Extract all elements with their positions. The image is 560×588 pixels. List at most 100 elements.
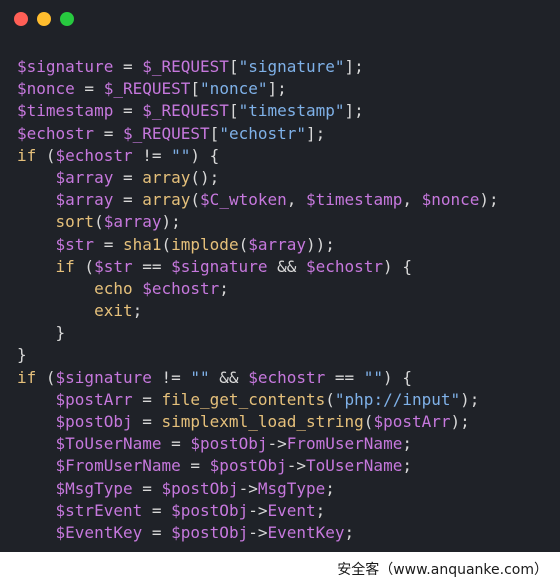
code-window: $signature = $_REQUEST["signature"]; $non… bbox=[0, 0, 560, 552]
code-token: = bbox=[142, 522, 172, 542]
code-token: $postObj bbox=[55, 412, 133, 431]
code-token: echo bbox=[94, 278, 133, 298]
code-token: $echostr bbox=[305, 256, 384, 276]
code-token: [ bbox=[228, 57, 239, 76]
code-token: $_REQUEST bbox=[142, 57, 229, 76]
code-line: if ($signature != "" && $echostr == "") … bbox=[17, 367, 560, 389]
code-token: != bbox=[132, 145, 172, 165]
code-token: ]; bbox=[344, 101, 364, 121]
code-token: = bbox=[113, 190, 143, 210]
code-token: [ bbox=[190, 79, 201, 99]
code-line: } bbox=[17, 322, 560, 344]
code-token: = bbox=[113, 57, 143, 76]
code-token: ( bbox=[36, 367, 56, 387]
code-token: simplexml_load_string bbox=[161, 412, 364, 431]
code-token: $_REQUEST bbox=[122, 123, 210, 143]
code-token: "" bbox=[363, 367, 384, 387]
code-line: $MsgType = $postObj->MsgType; bbox=[17, 478, 560, 500]
code-token: ; bbox=[325, 478, 335, 498]
code-token: [ bbox=[209, 123, 220, 143]
code-line: sort($array); bbox=[17, 211, 560, 233]
code-token: $nonce bbox=[17, 79, 75, 99]
code-token: } bbox=[17, 345, 27, 365]
code-token: $postObj bbox=[171, 522, 249, 542]
code-token: , bbox=[402, 190, 422, 210]
code-token: "signature" bbox=[238, 57, 345, 76]
code-token: -> bbox=[238, 478, 258, 498]
code-token: sort bbox=[55, 212, 95, 232]
code-token: $_REQUEST bbox=[142, 101, 229, 121]
code-token: $timestamp bbox=[306, 190, 403, 210]
code-block: $signature = $_REQUEST["signature"]; $non… bbox=[17, 56, 560, 544]
code-token: = bbox=[132, 389, 162, 409]
code-token: if bbox=[55, 256, 75, 276]
code-token: ]; bbox=[306, 123, 326, 143]
code-token: FromUserName bbox=[286, 434, 403, 454]
code-token: $echostr bbox=[55, 145, 133, 165]
code-token: != bbox=[151, 367, 191, 387]
code-token: $signature bbox=[55, 367, 152, 387]
code-token: ( bbox=[325, 389, 335, 409]
code-token: = bbox=[113, 101, 143, 121]
code-token: $C_wtoken bbox=[200, 190, 287, 210]
minimize-dot-icon[interactable] bbox=[37, 12, 51, 26]
code-token: exit bbox=[94, 301, 133, 321]
code-token: $postArr bbox=[55, 389, 133, 409]
code-token: $postObj bbox=[161, 478, 239, 498]
code-token: ); bbox=[479, 190, 499, 210]
code-token: == bbox=[325, 367, 364, 387]
code-token: array bbox=[142, 167, 191, 187]
code-token: $signature bbox=[17, 57, 114, 76]
code-token: $ToUserName bbox=[55, 434, 162, 454]
code-token: "" bbox=[171, 145, 191, 165]
maximize-dot-icon[interactable] bbox=[60, 12, 74, 26]
code-token: = bbox=[113, 167, 143, 187]
code-line: $array = array($C_wtoken, $timestamp, $n… bbox=[17, 189, 560, 211]
code-token: ; bbox=[132, 301, 143, 321]
code-token: == bbox=[132, 256, 172, 276]
code-token: ); bbox=[460, 389, 480, 409]
code-token: $array bbox=[55, 190, 114, 210]
code-token: ) { bbox=[190, 145, 220, 165]
close-dot-icon[interactable] bbox=[14, 12, 28, 26]
code-token: $timestamp bbox=[17, 101, 114, 121]
code-token: ) { bbox=[383, 256, 412, 276]
code-token: "" bbox=[190, 367, 210, 387]
code-token: -> bbox=[248, 500, 268, 520]
code-token: implode bbox=[171, 234, 239, 254]
code-token: = bbox=[142, 500, 172, 520]
code-token: )); bbox=[306, 234, 335, 254]
code-line: $postObj = simplexml_load_string($postAr… bbox=[17, 411, 560, 433]
code-line: if ($str == $signature && $echostr) { bbox=[17, 256, 560, 278]
code-token: ; bbox=[402, 456, 412, 476]
code-token: -> bbox=[248, 522, 268, 542]
code-token: = bbox=[94, 234, 123, 254]
code-line: $ToUserName = $postObj->FromUserName; bbox=[17, 433, 560, 455]
code-token: , bbox=[286, 190, 307, 210]
code-token: $_REQUEST bbox=[103, 79, 191, 99]
code-token: = bbox=[132, 478, 162, 498]
watermark-text: 安全客（www.anquanke.com） bbox=[335, 559, 550, 579]
code-token: $EventKey bbox=[55, 522, 143, 542]
code-token: = bbox=[132, 412, 162, 431]
code-token: $echostr bbox=[142, 278, 220, 298]
code-token: $array bbox=[248, 234, 307, 254]
code-line: echo $echostr; bbox=[17, 278, 560, 300]
code-token: } bbox=[17, 323, 66, 343]
code-token: ( bbox=[36, 145, 56, 165]
code-line: $str = sha1(implode($array)); bbox=[17, 234, 560, 256]
code-line: if ($echostr != "") { bbox=[17, 145, 560, 167]
code-token: ); bbox=[450, 412, 470, 431]
code-token: $strEvent bbox=[55, 500, 143, 520]
